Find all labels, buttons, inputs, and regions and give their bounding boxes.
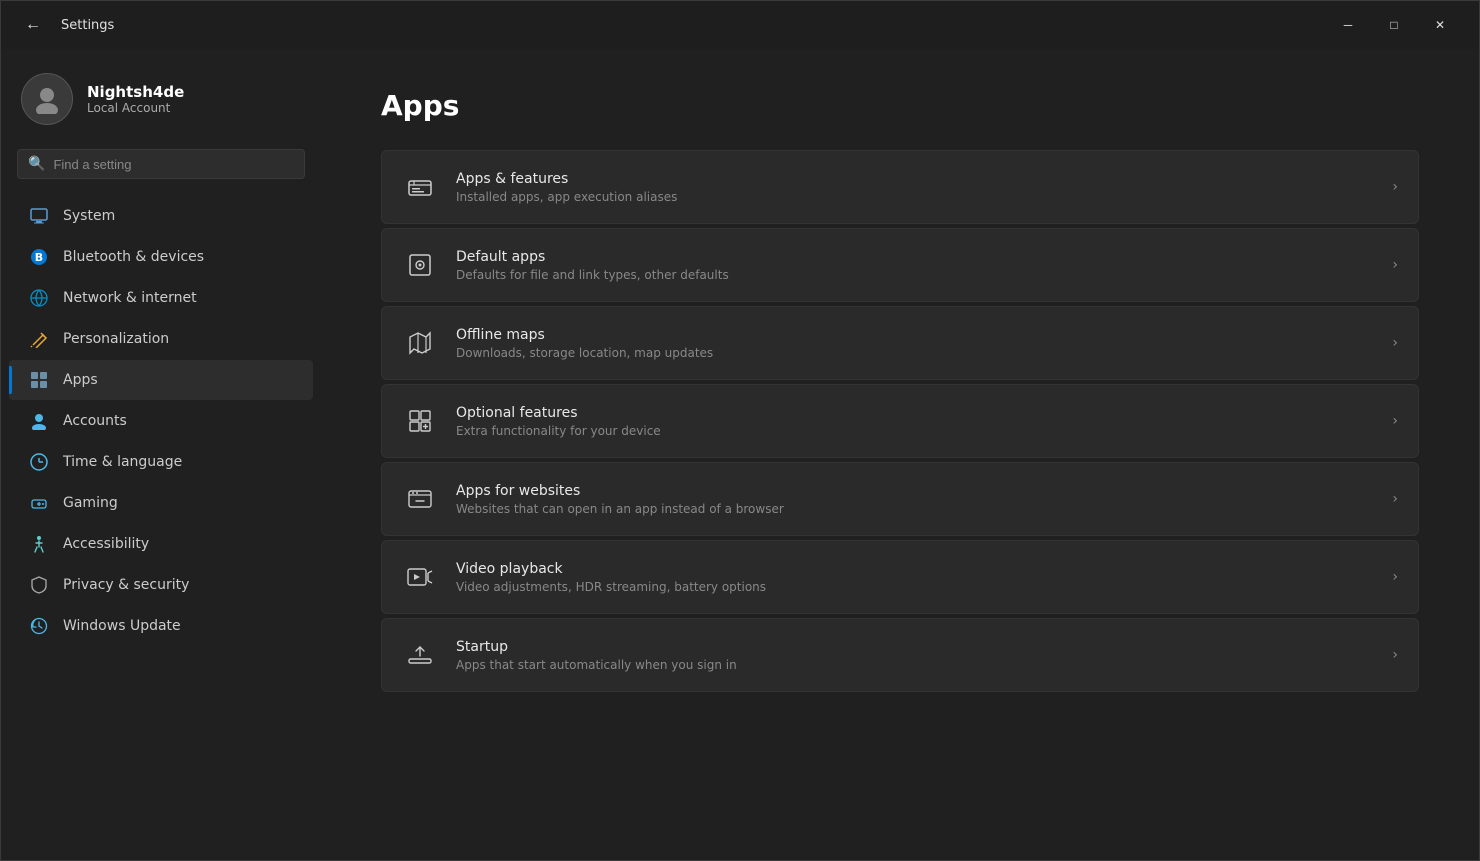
apps-websites-icon	[402, 481, 438, 517]
update-icon	[29, 616, 49, 636]
optional-features-chevron: ›	[1392, 413, 1398, 429]
user-name: Nightsh4de	[87, 83, 184, 101]
sidebar-item-bluetooth-label: Bluetooth & devices	[63, 249, 204, 265]
search-icon: 🔍	[28, 156, 45, 172]
apps-websites-desc: Websites that can open in an app instead…	[456, 502, 1374, 516]
personalization-icon	[29, 329, 49, 349]
user-account-type: Local Account	[87, 101, 184, 115]
startup-title: Startup	[456, 639, 1374, 655]
video-playback-icon	[402, 559, 438, 595]
sidebar: Nightsh4de Local Account 🔍	[1, 49, 321, 860]
content-area: Nightsh4de Local Account 🔍	[1, 49, 1479, 860]
offline-maps-desc: Downloads, storage location, map updates	[456, 346, 1374, 360]
default-apps-chevron: ›	[1392, 257, 1398, 273]
sidebar-item-update[interactable]: Windows Update	[9, 606, 313, 646]
offline-maps-text: Offline maps Downloads, storage location…	[456, 327, 1374, 360]
close-button[interactable]: ✕	[1417, 9, 1463, 41]
sidebar-item-accounts-label: Accounts	[63, 413, 127, 429]
startup-desc: Apps that start automatically when you s…	[456, 658, 1374, 672]
titlebar-controls: ─ □ ✕	[1325, 9, 1463, 41]
sidebar-item-accessibility-label: Accessibility	[63, 536, 149, 552]
video-playback-chevron: ›	[1392, 569, 1398, 585]
sidebar-item-gaming-label: Gaming	[63, 495, 118, 511]
apps-features-desc: Installed apps, app execution aliases	[456, 190, 1374, 204]
optional-features-item[interactable]: Optional features Extra functionality fo…	[381, 384, 1419, 458]
sidebar-item-network-label: Network & internet	[63, 290, 197, 306]
apps-icon	[29, 370, 49, 390]
apps-websites-text: Apps for websites Websites that can open…	[456, 483, 1374, 516]
offline-maps-title: Offline maps	[456, 327, 1374, 343]
settings-list: Apps & features Installed apps, app exec…	[381, 150, 1419, 692]
default-apps-title: Default apps	[456, 249, 1374, 265]
apps-features-icon	[402, 169, 438, 205]
sidebar-item-apps[interactable]: Apps	[9, 360, 313, 400]
offline-maps-item[interactable]: Offline maps Downloads, storage location…	[381, 306, 1419, 380]
privacy-icon	[29, 575, 49, 595]
titlebar-title: Settings	[61, 18, 114, 33]
titlebar: ← Settings ─ □ ✕	[1, 1, 1479, 49]
video-playback-title: Video playback	[456, 561, 1374, 577]
titlebar-left: ← Settings	[17, 9, 1325, 41]
main-content: Apps Apps & features	[321, 49, 1479, 860]
sidebar-nav: System B Bluetooth & devices	[1, 195, 321, 647]
optional-features-title: Optional features	[456, 405, 1374, 421]
video-playback-text: Video playback Video adjustments, HDR st…	[456, 561, 1374, 594]
user-info: Nightsh4de Local Account	[87, 83, 184, 115]
optional-features-desc: Extra functionality for your device	[456, 424, 1374, 438]
apps-websites-item[interactable]: Apps for websites Websites that can open…	[381, 462, 1419, 536]
user-section[interactable]: Nightsh4de Local Account	[1, 57, 321, 145]
sidebar-item-time[interactable]: Time & language	[9, 442, 313, 482]
page-title: Apps	[381, 89, 1419, 122]
avatar	[21, 73, 73, 125]
startup-icon	[402, 637, 438, 673]
optional-features-text: Optional features Extra functionality fo…	[456, 405, 1374, 438]
optional-features-icon	[402, 403, 438, 439]
apps-features-text: Apps & features Installed apps, app exec…	[456, 171, 1374, 204]
accounts-icon	[29, 411, 49, 431]
sidebar-item-apps-label: Apps	[63, 372, 98, 388]
accessibility-icon	[29, 534, 49, 554]
startup-text: Startup Apps that start automatically wh…	[456, 639, 1374, 672]
default-apps-icon	[402, 247, 438, 283]
sidebar-item-gaming[interactable]: Gaming	[9, 483, 313, 523]
startup-chevron: ›	[1392, 647, 1398, 663]
offline-maps-icon	[402, 325, 438, 361]
sidebar-item-system[interactable]: System	[9, 196, 313, 236]
sidebar-item-time-label: Time & language	[63, 454, 182, 470]
svg-text:B: B	[35, 251, 43, 264]
apps-websites-title: Apps for websites	[456, 483, 1374, 499]
default-apps-desc: Defaults for file and link types, other …	[456, 268, 1374, 282]
time-icon	[29, 452, 49, 472]
sidebar-item-privacy[interactable]: Privacy & security	[9, 565, 313, 605]
video-playback-item[interactable]: Video playback Video adjustments, HDR st…	[381, 540, 1419, 614]
search-input[interactable]	[53, 157, 294, 172]
minimize-button[interactable]: ─	[1325, 9, 1371, 41]
startup-item[interactable]: Startup Apps that start automatically wh…	[381, 618, 1419, 692]
sidebar-item-accounts[interactable]: Accounts	[9, 401, 313, 441]
sidebar-item-personalization[interactable]: Personalization	[9, 319, 313, 359]
sidebar-item-system-label: System	[63, 208, 115, 224]
video-playback-desc: Video adjustments, HDR streaming, batter…	[456, 580, 1374, 594]
sidebar-item-network[interactable]: Network & internet	[9, 278, 313, 318]
sidebar-item-update-label: Windows Update	[63, 618, 181, 634]
default-apps-text: Default apps Defaults for file and link …	[456, 249, 1374, 282]
sidebar-item-accessibility[interactable]: Accessibility	[9, 524, 313, 564]
sidebar-item-personalization-label: Personalization	[63, 331, 169, 347]
gaming-icon	[29, 493, 49, 513]
network-icon	[29, 288, 49, 308]
apps-websites-chevron: ›	[1392, 491, 1398, 507]
apps-features-title: Apps & features	[456, 171, 1374, 187]
maximize-button[interactable]: □	[1371, 9, 1417, 41]
search-box[interactable]: 🔍	[17, 149, 305, 179]
system-icon	[29, 206, 49, 226]
apps-features-chevron: ›	[1392, 179, 1398, 195]
sidebar-item-privacy-label: Privacy & security	[63, 577, 189, 593]
apps-features-item[interactable]: Apps & features Installed apps, app exec…	[381, 150, 1419, 224]
offline-maps-chevron: ›	[1392, 335, 1398, 351]
sidebar-item-bluetooth[interactable]: B Bluetooth & devices	[9, 237, 313, 277]
default-apps-item[interactable]: Default apps Defaults for file and link …	[381, 228, 1419, 302]
bluetooth-icon: B	[29, 247, 49, 267]
back-button[interactable]: ←	[17, 9, 49, 41]
